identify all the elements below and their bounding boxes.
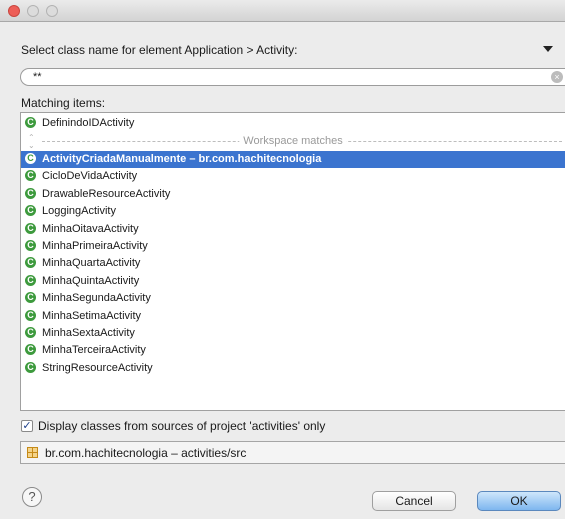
class-icon: C (25, 344, 36, 356)
list-item-label: LoggingActivity (42, 205, 116, 218)
matching-items-list[interactable]: C DefinindoIDActivity ⌃ ⌄ Workspace match… (20, 112, 565, 411)
title-bar (0, 0, 565, 22)
list-item-label: MinhaPrimeiraActivity (42, 240, 148, 252)
list-item[interactable]: C MinhaQuintaActivity (21, 273, 565, 290)
list-item[interactable]: C LoggingActivity (21, 203, 565, 220)
list-item-label: MinhaSegundaActivity (42, 292, 151, 305)
class-icon: C (25, 205, 36, 217)
dialog-prompt: Select class name for element Applicatio… (21, 43, 298, 57)
list-item[interactable]: C MinhaSextaActivity (21, 325, 565, 342)
class-icon: C (25, 257, 36, 269)
separator-icon: ⌃ ⌄ (28, 133, 35, 150)
close-window-button[interactable] (8, 5, 20, 17)
view-menu-icon[interactable] (543, 46, 553, 52)
minimize-window-button[interactable] (27, 5, 39, 17)
class-icon: C (25, 187, 36, 199)
class-icon: C (25, 274, 36, 286)
list-item[interactable]: C StringResourceActivity (21, 360, 565, 377)
class-icon: C (25, 117, 36, 128)
list-item-label: MinhaOitavaActivity (42, 222, 139, 235)
list-item[interactable]: C MinhaSetimaActivity (21, 308, 565, 325)
package-location-row: br.com.hachitecnologia – activities/src (20, 441, 565, 464)
list-item-label: MinhaSetimaActivity (42, 309, 142, 322)
list-item-top[interactable]: C DefinindoIDActivity (21, 115, 565, 132)
matching-items-label: Matching items: (21, 96, 106, 110)
list-item[interactable]: C MinhaPrimeiraActivity (21, 238, 565, 255)
list-item[interactable]: C ActivityCriadaManualmente – br.com.hach… (21, 151, 565, 168)
list-item-label: MinhaSextaActivity (42, 327, 135, 339)
cancel-button[interactable]: Cancel (372, 491, 456, 511)
clear-search-icon[interactable]: × (551, 71, 563, 83)
list-item-label: DrawableResourceActivity (42, 187, 171, 200)
list-item[interactable]: C CicloDeVidaActivity (21, 168, 565, 185)
class-icon: C (25, 170, 36, 182)
search-input[interactable]: ** (33, 71, 42, 83)
list-item-label: ActivityCriadaManualmente – br.com.hachi… (42, 153, 322, 165)
zoom-window-button[interactable] (46, 5, 58, 17)
help-button[interactable]: ? (22, 487, 42, 507)
list-item[interactable]: C MinhaSegundaActivity (21, 290, 565, 307)
class-icon: C (25, 292, 36, 304)
class-icon: C (25, 361, 36, 373)
search-field[interactable]: ** × (20, 68, 565, 86)
list-item[interactable]: C MinhaTerceiraActivity (21, 342, 565, 359)
class-icon: C (25, 153, 36, 164)
class-icon: C (25, 222, 36, 234)
project-filter-label: Display classes from sources of project … (38, 419, 326, 433)
list-item-label: CicloDeVidaActivity (42, 170, 138, 183)
list-item[interactable]: C MinhaOitavaActivity (21, 221, 565, 238)
list-item[interactable]: C DrawableResourceActivity (21, 186, 565, 203)
list-item-label: StringResourceActivity (42, 361, 153, 374)
package-icon (27, 447, 38, 458)
class-icon: C (25, 309, 36, 321)
package-location: br.com.hachitecnologia – activities/src (45, 446, 247, 460)
workspace-separator: ⌃ ⌄ Workspace matches (21, 133, 565, 150)
project-filter-checkbox[interactable]: ✓ (21, 420, 33, 432)
ok-button[interactable]: OK (477, 491, 561, 511)
list-item[interactable]: C MinhaQuartaActivity (21, 255, 565, 272)
list-item-label: MinhaTerceiraActivity (42, 344, 146, 357)
list-item-label: MinhaQuintaActivity (42, 274, 140, 287)
class-icon: C (25, 240, 36, 251)
class-icon: C (25, 327, 36, 338)
list-item-label: MinhaQuartaActivity (42, 257, 141, 270)
